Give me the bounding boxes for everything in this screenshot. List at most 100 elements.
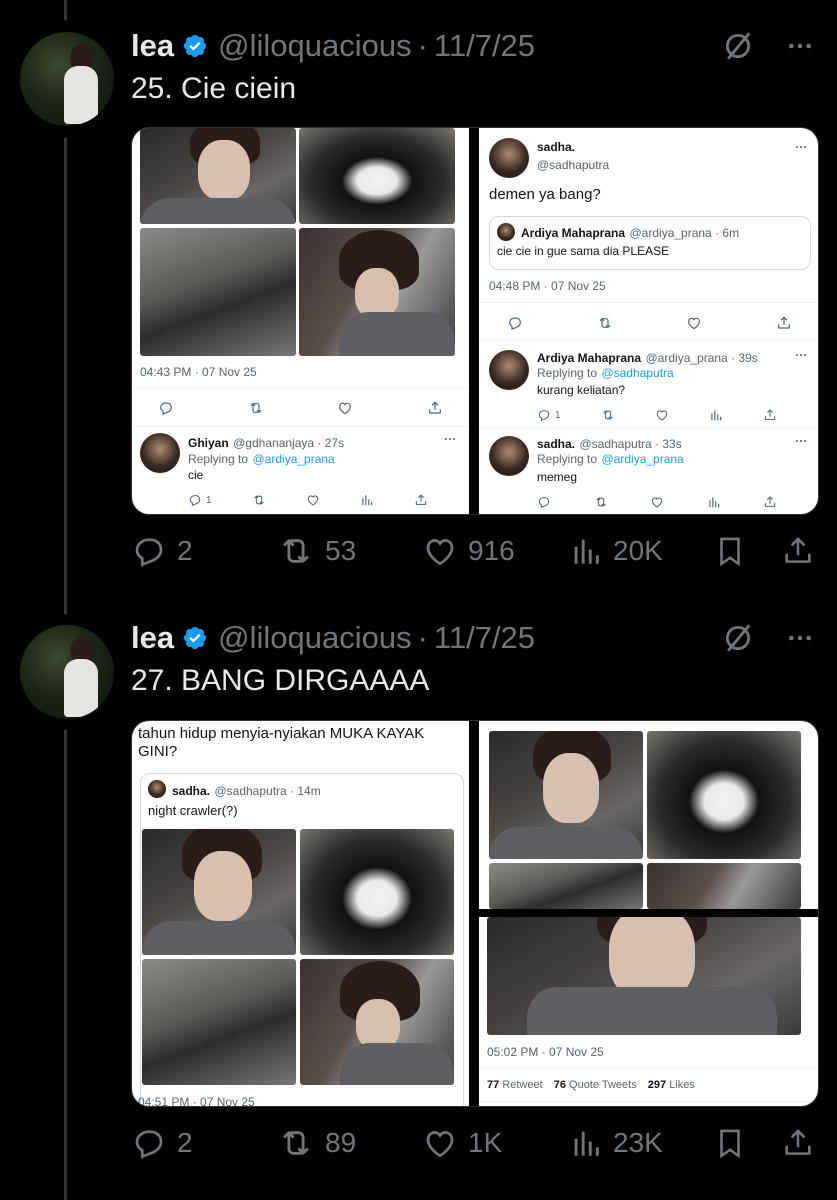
retweet-button[interactable]: 53 — [277, 532, 422, 570]
photo-hand — [300, 959, 454, 1085]
thread-line — [64, 0, 67, 20]
photo-selfie — [142, 829, 296, 955]
tweet-media[interactable]: 04:43 PM · 07 Nov 25 Ghiyan @gdhananjaya… — [131, 127, 819, 515]
handle[interactable]: @liloquacious — [218, 28, 411, 64]
retweet-icon — [277, 532, 315, 570]
quote-text: cie cie in gue sama dia PLEASE — [497, 244, 670, 258]
display-name[interactable]: lea — [131, 28, 174, 64]
reply-icon — [537, 495, 551, 509]
view-count: 23K — [613, 1127, 663, 1158]
reply-action-bar — [537, 494, 777, 510]
media-screenshot-left[interactable]: 04:43 PM · 07 Nov 25 Ghiyan @gdhananjaya… — [132, 128, 469, 514]
views-icon — [569, 534, 603, 568]
reply-icon — [537, 408, 551, 422]
screenshot-action-bar — [158, 398, 443, 418]
separator: · — [417, 28, 428, 63]
replying-to-link: @ardiya_prana — [601, 452, 684, 466]
quote-header: Ardiya Mahaprana @ardiya_prana · 6m — [521, 224, 739, 242]
grok-icon[interactable] — [721, 29, 755, 63]
reply-count: 2 — [177, 1127, 193, 1158]
reply-handle: @gdhananjaya · 27s — [233, 436, 345, 450]
bookmark-icon — [713, 1126, 747, 1160]
timestamp[interactable]: 11/7/25 — [434, 28, 535, 64]
reply-action-bar: 1 — [537, 407, 777, 423]
timestamp[interactable]: 11/7/25 — [434, 620, 535, 656]
more-icon[interactable] — [785, 623, 815, 653]
more-icon — [794, 140, 808, 159]
like-stat-label: Likes — [669, 1079, 695, 1091]
heart-icon — [655, 408, 669, 422]
replying-to: Replying to @sadhaputra — [537, 364, 674, 382]
header-icons — [721, 26, 815, 66]
views-button[interactable]: 20K — [569, 534, 713, 568]
views-icon — [709, 408, 723, 422]
screenshot-text: tahun hidup menyia-nyiakan MUKA KAYAK — [138, 725, 425, 742]
bookmark-icon — [713, 534, 747, 568]
quote-name: Ardiya Mahaprana — [521, 226, 626, 240]
view-count: 20K — [613, 535, 663, 566]
photo-floor — [142, 959, 296, 1085]
tweet-media[interactable]: tahun hidup menyia-nyiakan MUKA KAYAK GI… — [131, 720, 819, 1107]
bookmark-button[interactable] — [713, 534, 781, 568]
grok-icon[interactable] — [721, 621, 755, 655]
more-icon — [794, 348, 808, 367]
heart-icon — [650, 495, 664, 509]
media-screenshot-right[interactable]: 05:02 PM · 07 Nov 25 77 Retweet 76 Quote… — [479, 721, 818, 1106]
views-button[interactable]: 23K — [569, 1126, 713, 1160]
reply-count: 1 — [555, 409, 561, 421]
like-button[interactable]: 1K — [422, 1125, 569, 1161]
more-icon — [443, 432, 457, 451]
replying-to-label: Replying to — [188, 452, 249, 466]
reply-count: 2 — [177, 535, 193, 566]
retweet-icon — [597, 315, 613, 331]
retweet-icon — [594, 495, 608, 509]
share-button[interactable] — [781, 1126, 815, 1160]
reply-button[interactable]: 2 — [131, 533, 277, 569]
share-icon — [763, 495, 777, 509]
photo-selfie — [489, 731, 643, 859]
tweet-header: lea @liloquacious · 11/7/25 — [131, 26, 535, 66]
retweet-icon — [252, 493, 266, 507]
handle[interactable]: @liloquacious — [218, 620, 411, 656]
divider — [479, 1101, 818, 1102]
avatar — [497, 223, 515, 241]
reply-button[interactable]: 2 — [131, 1125, 277, 1161]
avatar[interactable] — [20, 625, 114, 719]
reply-text: kurang keliatan? — [537, 383, 626, 397]
screenshot-action-bar — [507, 313, 792, 333]
divider — [479, 428, 818, 429]
heart-icon — [337, 400, 353, 416]
bookmark-button[interactable] — [713, 1126, 781, 1160]
like-button[interactable]: 916 — [422, 533, 569, 569]
views-icon — [569, 1126, 603, 1160]
photo-floor — [489, 863, 643, 909]
media-screenshot-left[interactable]: tahun hidup menyia-nyiakan MUKA KAYAK GI… — [132, 721, 469, 1106]
replying-to-label: Replying to — [537, 366, 598, 380]
share-icon — [414, 493, 428, 507]
reply-name: Ghiyan — [188, 436, 229, 450]
photo-cat — [300, 829, 454, 955]
share-icon — [776, 315, 792, 331]
replying-to: Replying to @ardiya_prana — [188, 450, 335, 468]
like-count: 916 — [468, 535, 515, 566]
media-screenshot-right[interactable]: sadha. @sadhaputra demen ya bang? Ardiya… — [479, 128, 818, 514]
photo-floor — [140, 228, 296, 356]
more-icon[interactable] — [785, 31, 815, 61]
crop-bar — [479, 909, 818, 917]
share-icon — [781, 534, 815, 568]
tweet-text: 27. BANG DIRGAAAA — [131, 664, 430, 697]
display-name[interactable]: lea — [131, 620, 174, 656]
divider — [479, 1067, 818, 1068]
avatar — [489, 350, 529, 390]
tweet-header: lea @liloquacious · 11/7/25 — [131, 618, 535, 658]
photo-cat — [299, 128, 455, 224]
retweet-stat-label: Retweet — [502, 1079, 543, 1091]
photo-hand — [299, 228, 455, 356]
avatar[interactable] — [20, 32, 114, 126]
heart-icon — [306, 493, 320, 507]
quote-name: sadha. — [172, 784, 211, 798]
retweet-icon — [248, 400, 264, 416]
retweet-button[interactable]: 89 — [277, 1124, 422, 1162]
thread-line — [64, 138, 67, 614]
share-button[interactable] — [781, 534, 815, 568]
